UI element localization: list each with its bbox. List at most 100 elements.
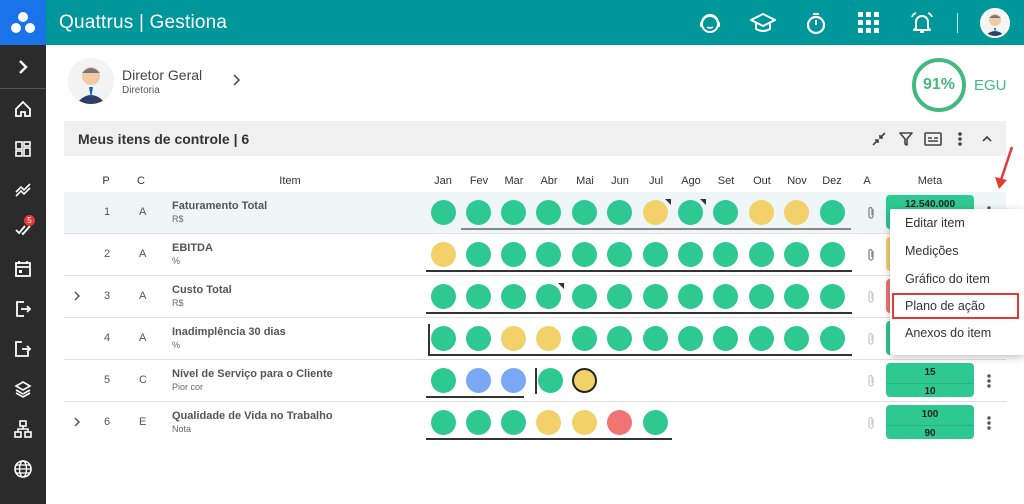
egu-indicator[interactable]: 91% EGU (912, 58, 1007, 112)
status-dot-ago[interactable] (678, 199, 706, 225)
status-dot-mar[interactable] (501, 200, 526, 225)
table-row[interactable]: 4 A Inadimplência 30 dias % (64, 318, 1006, 360)
status-dot-fev[interactable] (466, 326, 491, 351)
app-logo[interactable] (0, 0, 46, 45)
status-dot-out[interactable] (749, 326, 774, 351)
sidebar-item-calendar[interactable] (0, 249, 46, 289)
status-dot-abr[interactable] (538, 368, 563, 393)
stopwatch-icon[interactable] (803, 10, 829, 36)
item-name[interactable]: Custo Total (172, 284, 232, 296)
paperclip-icon[interactable] (866, 332, 876, 349)
menu-item-chart[interactable]: Gráfico do item (890, 265, 1024, 293)
table-row[interactable]: 3 A Custo Total R$ (64, 276, 1006, 318)
status-dot-mai[interactable] (572, 368, 597, 393)
status-dot-mar[interactable] (501, 284, 526, 309)
sidebar-item-export[interactable] (0, 329, 46, 369)
paperclip-icon[interactable] (866, 206, 876, 223)
item-name[interactable]: Qualidade de Vida no Trabalho (172, 410, 333, 422)
more-vertical-icon[interactable] (984, 415, 994, 431)
caption-card-icon[interactable] (922, 128, 944, 150)
status-dot-nov[interactable] (784, 326, 809, 351)
status-dot-ago[interactable] (678, 284, 703, 309)
sidebar-item-dashboard[interactable] (0, 129, 46, 169)
status-dot-mar[interactable] (501, 242, 526, 267)
sidebar-item-trend[interactable] (0, 169, 46, 209)
sidebar-item-org-chart[interactable] (0, 409, 46, 449)
column-header-c[interactable]: C (135, 175, 147, 187)
table-row[interactable]: 6 E Qualidade de Vida no Trabalho Nota 1… (64, 402, 1006, 444)
status-dot-jul[interactable] (643, 326, 668, 351)
status-dot-jan[interactable] (431, 410, 456, 435)
sidebar-item-globe[interactable] (0, 449, 46, 489)
status-dot-mar[interactable] (501, 326, 526, 351)
avatar[interactable] (980, 7, 1010, 38)
apps-grid-icon[interactable] (856, 10, 882, 36)
status-dot-jun[interactable] (607, 326, 632, 351)
status-dot-mai[interactable] (572, 284, 597, 309)
status-dot-abr[interactable] (536, 242, 561, 267)
status-dot-ago[interactable] (678, 326, 703, 351)
status-dot-set[interactable] (713, 200, 738, 225)
filter-icon[interactable] (895, 128, 917, 150)
column-header-item[interactable]: Item (270, 175, 310, 187)
status-dot-abr[interactable] (536, 200, 561, 225)
chevron-right-icon[interactable] (232, 73, 242, 89)
more-vertical-icon[interactable] (949, 128, 971, 150)
expand-chevron-icon[interactable] (73, 416, 81, 430)
alarm-bell-icon[interactable] (909, 10, 935, 36)
paperclip-icon[interactable] (866, 416, 876, 433)
status-dot-mai[interactable] (572, 242, 597, 267)
paperclip-icon[interactable] (866, 290, 876, 307)
status-dot-set[interactable] (713, 242, 738, 267)
status-dot-jan[interactable] (431, 368, 456, 393)
status-dot-nov[interactable] (784, 200, 809, 225)
paperclip-icon[interactable] (866, 248, 876, 265)
status-dot-jul[interactable] (643, 242, 668, 267)
table-row[interactable]: 5 C Nível de Serviço para o Cliente Pior… (64, 360, 1006, 402)
status-dot-jul[interactable] (643, 284, 668, 309)
status-dot-set[interactable] (713, 284, 738, 309)
status-dot-abr[interactable] (536, 410, 561, 435)
expand-chevron-icon[interactable] (73, 290, 81, 304)
status-dot-ago[interactable] (678, 242, 703, 267)
status-dot-mai[interactable] (572, 200, 597, 225)
status-dot-mai[interactable] (572, 326, 597, 351)
paperclip-icon[interactable] (866, 374, 876, 391)
sidebar-item-tasks[interactable]: 5 (0, 209, 46, 249)
menu-item-attachments[interactable]: Anexos do item (890, 319, 1024, 347)
status-dot-jan[interactable] (431, 200, 456, 225)
status-dot-nov[interactable] (784, 242, 809, 267)
table-row[interactable]: 2 A EBITDA % (64, 234, 1006, 276)
support-icon[interactable] (697, 10, 723, 36)
status-dot-dez[interactable] (820, 242, 845, 267)
status-dot-jan[interactable] (431, 242, 456, 267)
status-dot-mai[interactable] (572, 410, 597, 435)
menu-item-edit[interactable]: Editar item (890, 209, 1024, 237)
table-row[interactable]: 1 A Faturamento Total R$ 12.540.000 (64, 192, 1006, 234)
more-vertical-icon[interactable] (984, 373, 994, 389)
status-dot-dez[interactable] (820, 326, 845, 351)
status-dot-jun[interactable] (607, 284, 632, 309)
menu-item-measurements[interactable]: Medições (890, 237, 1024, 265)
collapse-arrows-icon[interactable] (868, 128, 890, 150)
status-dot-jul[interactable] (643, 199, 671, 225)
status-dot-abr[interactable] (536, 283, 564, 309)
user-header[interactable]: Diretor Geral Diretoria (68, 58, 242, 104)
status-dot-jun[interactable] (607, 242, 632, 267)
status-dot-mar[interactable] (501, 410, 526, 435)
status-dot-set[interactable] (713, 326, 738, 351)
sidebar-item-login[interactable] (0, 289, 46, 329)
status-dot-fev[interactable] (466, 410, 491, 435)
status-dot-out[interactable] (749, 284, 774, 309)
status-dot-dez[interactable] (820, 284, 845, 309)
status-dot-fev[interactable] (466, 200, 491, 225)
column-header-p[interactable]: P (100, 175, 112, 187)
sidebar-item-layers[interactable] (0, 369, 46, 409)
status-dot-dez[interactable] (820, 200, 845, 225)
status-dot-mar[interactable] (501, 368, 526, 393)
sidebar-toggle[interactable] (0, 45, 46, 89)
status-dot-jun[interactable] (607, 200, 632, 225)
status-dot-jan[interactable] (431, 284, 456, 309)
item-name[interactable]: Faturamento Total (172, 200, 267, 212)
item-name[interactable]: EBITDA (172, 242, 213, 254)
